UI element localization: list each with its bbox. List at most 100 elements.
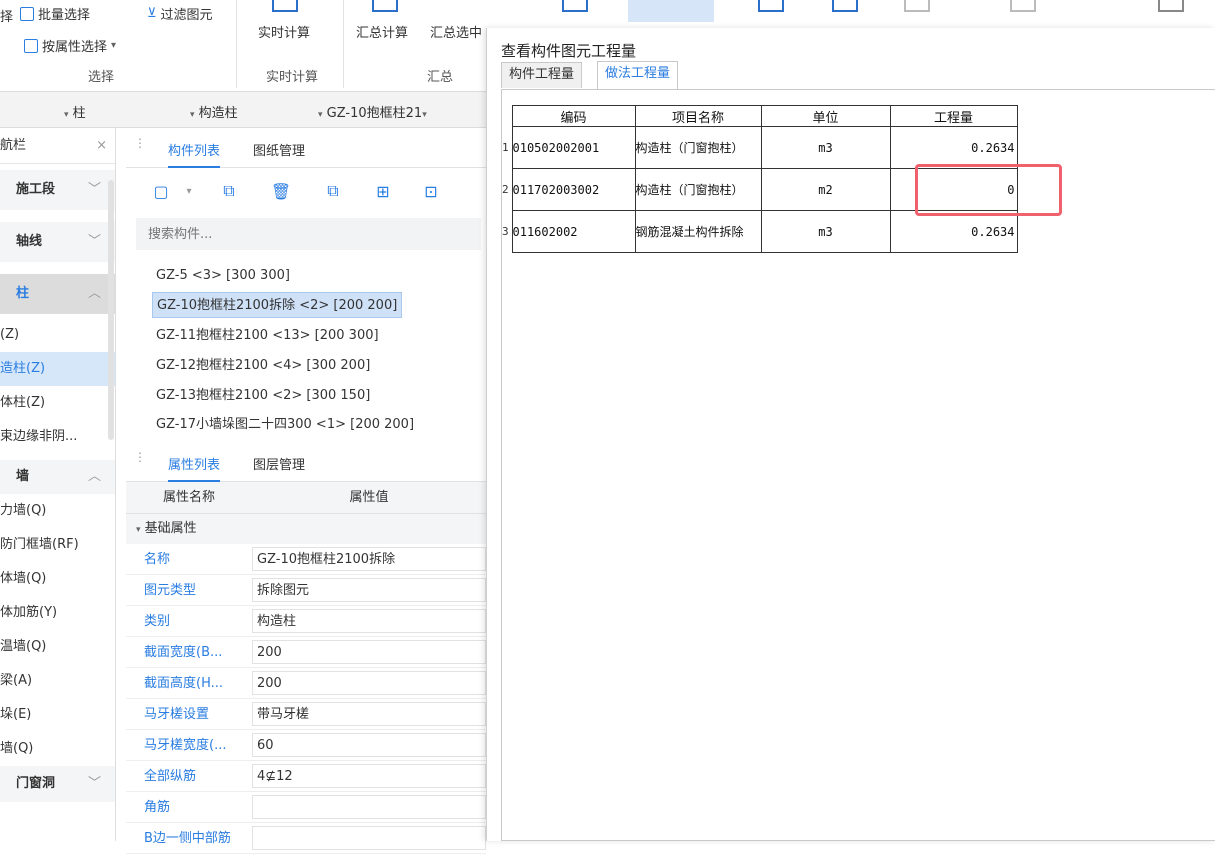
- nav-item-blast-door-wall[interactable]: 防门框墙(RF): [0, 528, 115, 562]
- cell-code[interactable]: 010502002001: [511, 126, 636, 169]
- pin-icon[interactable]: ⋮: [134, 136, 146, 150]
- chevron-down-icon: ▾: [111, 40, 117, 51]
- nav-category-wall[interactable]: 墙 ︿: [0, 460, 115, 494]
- component-combo[interactable]: ▾ GZ-10抱框柱21▾: [318, 102, 427, 121]
- nav-category-column[interactable]: 柱 ︿: [0, 274, 115, 314]
- tab-drawing-management[interactable]: 图纸管理: [253, 140, 305, 159]
- tab-layer-management[interactable]: 图层管理: [253, 454, 305, 473]
- tab-property-list[interactable]: 属性列表: [168, 454, 221, 482]
- column-header-value: 属性值: [349, 490, 389, 505]
- table-row: 截面高度(H... 200: [126, 668, 486, 699]
- property-value[interactable]: 60: [252, 733, 486, 757]
- type-combo[interactable]: ▾ 柱: [64, 102, 86, 121]
- chevron-up-icon: ︿: [87, 286, 101, 301]
- more-icon[interactable]: [1158, 0, 1184, 12]
- property-value[interactable]: 200: [252, 671, 486, 695]
- property-value[interactable]: 200: [252, 640, 486, 664]
- cell-unit[interactable]: m3: [760, 126, 891, 169]
- chevron-down-icon[interactable]: ▾: [174, 178, 204, 204]
- highlight-annotation-box: [915, 164, 1062, 216]
- copy-icon[interactable]: ⧉: [214, 178, 244, 204]
- cell-code[interactable]: 011702003002: [511, 168, 636, 211]
- row-index: 2: [502, 183, 509, 196]
- select-by-attribute-button[interactable]: 按属性选择 ▾: [24, 36, 116, 55]
- column-header-unit: 单位: [760, 105, 891, 127]
- filter-elements-button[interactable]: ⊻ 过滤图元: [147, 4, 213, 23]
- realtime-calc-button[interactable]: 实时计算: [258, 22, 310, 41]
- sum-calc-icon: [372, 0, 398, 12]
- nav-item-column[interactable]: (Z): [0, 318, 115, 352]
- delete-icon[interactable]: 🗑: [266, 178, 296, 204]
- tab-component-quantity[interactable]: 构件工程量: [501, 62, 583, 88]
- view-icon[interactable]: [758, 0, 784, 12]
- nav-item-pier[interactable]: 垛(E): [0, 698, 115, 732]
- cell-unit[interactable]: m2: [760, 168, 891, 211]
- batch-select-button[interactable]: 批量选择: [20, 4, 90, 23]
- list-item[interactable]: GZ-17小墙垛图二十四300 <1> [200 200]: [152, 412, 418, 438]
- property-value[interactable]: GZ-10抱框柱2100拆除: [252, 547, 486, 571]
- ribbon-separator: [343, 0, 344, 88]
- nav-item-insulation-wall[interactable]: 温墙(Q): [0, 630, 115, 664]
- sum-calc-button[interactable]: 汇总计算: [356, 22, 408, 41]
- cell-item-name[interactable]: 构造柱（门窗抱柱）: [634, 126, 762, 169]
- nav-item-wall[interactable]: 墙(Q): [0, 732, 115, 766]
- chevron-down-icon: ﹀: [87, 776, 101, 791]
- close-icon[interactable]: ×: [96, 128, 107, 164]
- dim-icon-2: [1010, 0, 1036, 12]
- property-panel: ⋮ 属性列表 图层管理 属性名称 属性值 ▾ 基础属性 名称 GZ-10抱框柱21…: [126, 442, 486, 854]
- selected-tool-icon[interactable]: [628, 0, 714, 22]
- export-icon[interactable]: [832, 0, 858, 12]
- list-item-selected[interactable]: GZ-10抱框柱2100拆除 <2> [200 200]: [152, 292, 403, 318]
- nav-item-masonry-rebar[interactable]: 体加筋(Y): [0, 596, 115, 630]
- property-value[interactable]: 拆除图元: [252, 578, 486, 602]
- property-value[interactable]: 构造柱: [252, 609, 486, 633]
- sum-selected-button[interactable]: 汇总选中: [430, 22, 482, 41]
- import-icon[interactable]: ⊡: [416, 178, 446, 204]
- cell-code[interactable]: 011602002: [511, 210, 636, 253]
- nav-item-masonry-wall[interactable]: 体墙(Q): [0, 562, 115, 596]
- cell-item-name[interactable]: 构造柱（门窗抱柱）: [634, 168, 762, 211]
- table-header-row: 编码 项目名称 单位 工程量: [502, 105, 1018, 127]
- cell-quantity[interactable]: 0.2634: [889, 126, 1018, 169]
- navigation-panel: 航栏 × 施工段 ﹀ 轴线 ﹀ 柱 ︿ (Z) 造柱(Z) 体柱(Z) 束边缘非阴..…: [0, 128, 116, 841]
- nav-item-beam[interactable]: 梁(A): [0, 664, 115, 698]
- nav-item-shear-wall[interactable]: 力墙(Q): [0, 494, 115, 528]
- cell-quantity[interactable]: 0.2634: [889, 210, 1018, 253]
- batch-select-icon: [20, 6, 34, 21]
- cell-unit[interactable]: m3: [760, 210, 891, 253]
- floor-copy-icon[interactable]: ⊞: [368, 178, 398, 204]
- nav-item-masonry-column[interactable]: 体柱(Z): [0, 386, 115, 420]
- component-list-panel: ⋮ 构件列表 图纸管理 ▢ ▾ ⧉ 🗑 ⧉ ⊞ ⊡ GZ-5 <3> [300 …: [126, 128, 486, 440]
- property-group-basic[interactable]: ▾ 基础属性: [126, 514, 486, 544]
- subtype-combo[interactable]: ▾ 构造柱: [190, 102, 238, 121]
- duplicate-icon[interactable]: ⧉: [318, 178, 348, 204]
- chevron-down-icon: ﹀: [87, 234, 101, 249]
- nav-scrollbar[interactable]: [108, 180, 114, 440]
- component-search-input[interactable]: [136, 218, 481, 250]
- nav-item-constructional-column[interactable]: 造柱(Z): [0, 352, 115, 386]
- property-value[interactable]: [252, 826, 486, 850]
- report-icon[interactable]: [562, 0, 588, 12]
- list-item[interactable]: GZ-13抱框柱2100 <2> [300 150]: [152, 383, 374, 409]
- cell-item-name[interactable]: 钢筋混凝土构件拆除: [634, 210, 762, 253]
- column-header-quantity: 工程量: [889, 105, 1018, 127]
- attribute-select-icon: [24, 38, 38, 53]
- nav-category-stage[interactable]: 施工段 ﹀: [0, 170, 115, 210]
- filter-icon: ⊻: [147, 6, 157, 21]
- property-value[interactable]: [252, 795, 486, 819]
- dialog-body: 编码 项目名称 单位 工程量 1 010502002001 构造柱（门窗抱柱） …: [501, 89, 1215, 841]
- list-item[interactable]: GZ-11抱框柱2100 <13> [200 300]: [152, 323, 383, 349]
- nav-category-axis[interactable]: 轴线 ﹀: [0, 222, 115, 262]
- nav-category-openings[interactable]: 门窗洞 ﹀: [0, 766, 115, 802]
- property-value[interactable]: 4⊈12: [252, 764, 486, 788]
- row-index: 1: [502, 141, 509, 154]
- nav-item-edge-column[interactable]: 束边缘非阴...: [0, 420, 115, 454]
- tab-method-quantity[interactable]: 做法工程量: [597, 61, 679, 89]
- list-item[interactable]: GZ-5 <3> [300 300]: [152, 263, 294, 289]
- property-value[interactable]: 带马牙槎: [252, 702, 486, 726]
- table-row: 全部纵筋 4⊈12: [126, 761, 486, 792]
- new-component-icon[interactable]: ▢: [146, 178, 176, 204]
- list-item[interactable]: GZ-12抱框柱2100 <4> [300 200]: [152, 353, 374, 379]
- tab-component-list[interactable]: 构件列表: [168, 140, 221, 168]
- pin-icon[interactable]: ⋮: [134, 450, 146, 464]
